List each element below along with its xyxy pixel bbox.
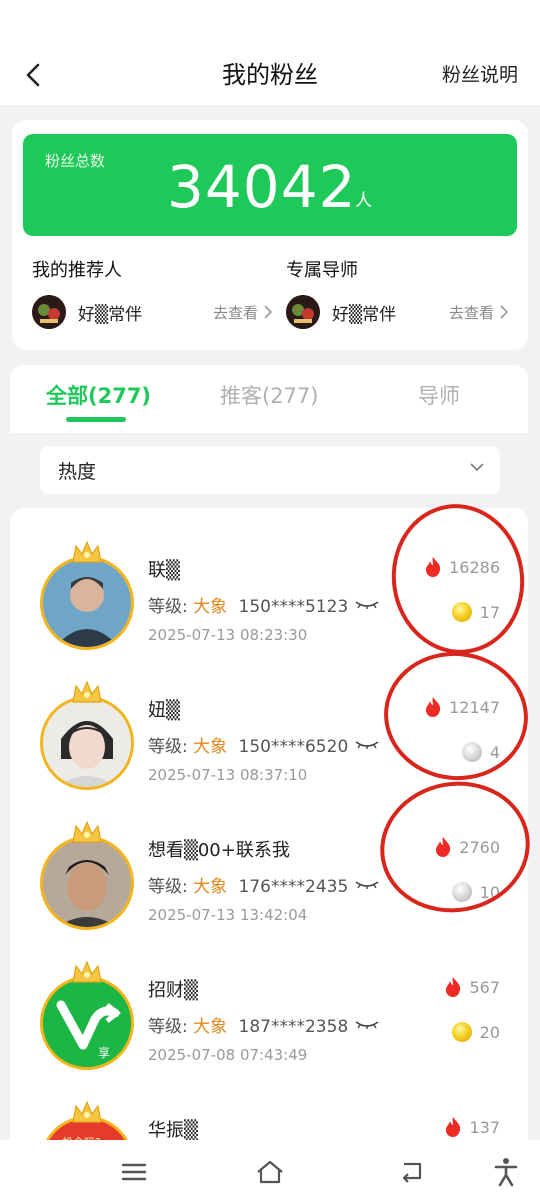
system-nav-bar (0, 1140, 540, 1204)
mentor-view-link[interactable]: 去查看 (449, 302, 508, 323)
avatar (286, 295, 320, 329)
active-tab-indicator (66, 417, 126, 422)
avatar-icon (32, 295, 66, 329)
crown-icon (72, 960, 102, 983)
referrer-block: 我的推荐人 好▒常伴 去查看 (32, 260, 272, 340)
eye-closed-icon[interactable] (354, 740, 380, 750)
tab-bar: 全部(277) 推客(277) 导师 (10, 365, 528, 433)
referrer-title: 我的推荐人 (32, 260, 122, 281)
header: 我的粉丝 粉丝说明 (0, 0, 540, 105)
heat-number: 137 (469, 1117, 500, 1137)
coin-number: 20 (479, 1022, 500, 1042)
crown-icon (72, 820, 102, 843)
fan-join-time: 2025-07-13 13:42:04 (148, 906, 308, 924)
fan-level-line: 等级: 大象 150****5123 (148, 592, 348, 617)
gold-coin-icon (451, 1022, 472, 1042)
crown-icon (72, 680, 102, 703)
fan-join-time: 2025-07-13 08:37:10 (148, 766, 308, 784)
level-label: 等级: (148, 877, 188, 897)
crown-icon (72, 1100, 102, 1123)
mentor-title: 专属导师 (286, 260, 358, 281)
mentor-name: 好▒常伴 (332, 304, 397, 325)
avatar: 享 (40, 960, 134, 1070)
level-label: 等级: (148, 597, 188, 617)
accessibility-button[interactable] (490, 1156, 522, 1188)
fan-name: 想看▒00+联系我 (148, 840, 290, 861)
avatar-photo-icon (43, 839, 131, 927)
eye-closed-icon[interactable] (354, 880, 380, 890)
sort-selected-value: 热度 (58, 461, 97, 483)
list-item[interactable]: 享 招财▒ 等级: 大象 187****2358 2025-07-08 07:4… (10, 938, 528, 1078)
accessibility-icon (494, 1158, 518, 1187)
list-item[interactable]: 机会吗? 华振▒ 137 (10, 1078, 528, 1148)
referrer-view-link[interactable]: 去查看 (213, 302, 272, 323)
menu-icon (121, 1163, 147, 1181)
eye-closed-icon[interactable] (354, 600, 380, 610)
avatar (40, 820, 134, 930)
fan-name: 妞▒ (148, 700, 180, 721)
share-logo-icon (43, 979, 131, 1067)
mentor-block: 专属导师 好▒常伴 去查看 (286, 260, 508, 340)
level-value: 大象 (193, 737, 228, 757)
summary-card: 粉丝总数 34042 人 我的推荐人 好▒常伴 去查看 专属导师 好▒常伴 去查… (12, 120, 528, 350)
fan-join-time: 2025-07-08 07:43:49 (148, 1046, 308, 1064)
fan-phone: 150****5123 (238, 597, 349, 617)
back-icon (402, 1162, 422, 1183)
avatar (32, 295, 66, 329)
chevron-down-icon (470, 463, 484, 472)
fan-phone: 187****2358 (238, 1017, 349, 1037)
eye-closed-icon[interactable] (354, 1020, 380, 1030)
level-value: 大象 (193, 1017, 228, 1037)
avatar (40, 680, 134, 790)
menu-button[interactable] (118, 1156, 150, 1188)
heat-number: 567 (469, 977, 500, 997)
referrer-name: 好▒常伴 (78, 304, 143, 325)
heat-value: 137 (443, 1116, 500, 1138)
fan-level-line: 等级: 大象 150****6520 (148, 732, 348, 757)
fan-name: 招财▒ (148, 980, 198, 1001)
avatar-badge-text: 享 (98, 1046, 111, 1060)
total-fans-unit: 人 (355, 191, 372, 211)
crown-icon (72, 540, 102, 563)
referrer-row[interactable]: 好▒常伴 去查看 (32, 294, 272, 330)
fan-level-line: 等级: 大象 187****2358 (148, 1012, 348, 1037)
fan-level-line: 等级: 大象 176****2435 (148, 872, 348, 897)
sort-dropdown[interactable]: 热度 (40, 446, 500, 494)
total-fans-value: 34042 (167, 153, 357, 221)
level-value: 大象 (193, 877, 228, 897)
total-fans-box: 粉丝总数 34042 人 (23, 134, 517, 236)
level-value: 大象 (193, 597, 228, 617)
tab-promoters[interactable]: 推客(277) (220, 381, 318, 411)
level-label: 等级: (148, 737, 188, 757)
heat-value: 567 (443, 976, 500, 998)
flame-icon (446, 1117, 461, 1137)
fan-phone: 150****6520 (238, 737, 349, 757)
fan-phone: 176****2435 (238, 877, 349, 897)
tab-all[interactable]: 全部(277) (46, 381, 151, 411)
home-button[interactable] (254, 1156, 286, 1188)
total-fans-label: 粉丝总数 (45, 152, 106, 170)
tab-mentors[interactable]: 导师 (418, 381, 460, 411)
avatar-icon (286, 295, 320, 329)
fan-join-time: 2025-07-13 08:23:30 (148, 626, 308, 644)
view-link-label: 去查看 (448, 303, 494, 322)
home-icon (257, 1160, 283, 1184)
fan-explanation-link[interactable]: 粉丝说明 (442, 60, 518, 90)
coin-value: 20 (451, 1022, 500, 1042)
level-label: 等级: (148, 1017, 188, 1037)
avatar-photo-icon (43, 699, 131, 787)
chevron-right-icon (264, 305, 272, 319)
fan-name: 联▒ (148, 560, 180, 581)
mentor-row[interactable]: 好▒常伴 去查看 (286, 294, 508, 330)
fan-name: 华振▒ (148, 1120, 198, 1141)
back-nav-button[interactable] (396, 1156, 428, 1188)
flame-icon (446, 977, 461, 997)
avatar (40, 540, 134, 650)
avatar-photo-icon (43, 559, 131, 647)
view-link-label: 去查看 (212, 303, 258, 322)
chevron-right-icon (500, 305, 508, 319)
